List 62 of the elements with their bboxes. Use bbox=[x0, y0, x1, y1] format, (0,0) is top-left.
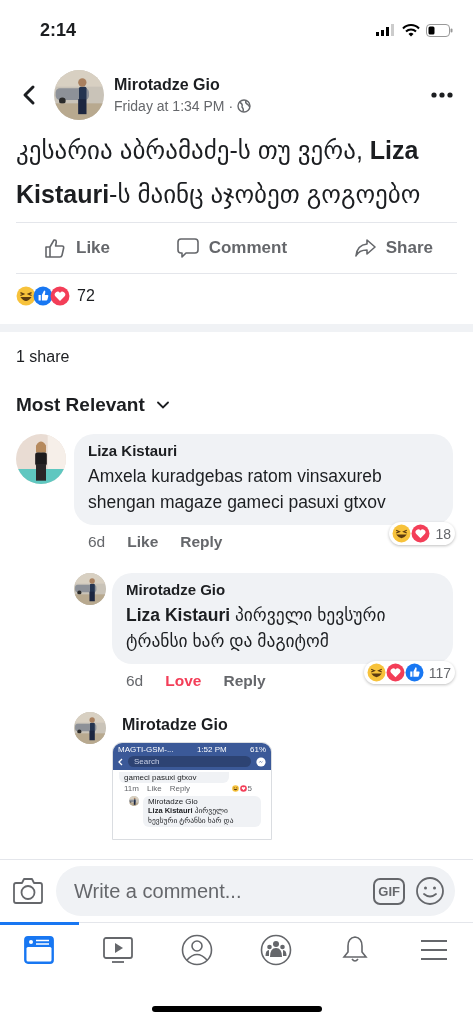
post-text: კესარია აბრამაძე-ს თუ ვერა, Liza Kistauri-ს მაინც აჯობეთ გოგოებო bbox=[15, 135, 422, 211]
clock-time: 1:52 PM bbox=[196, 745, 227, 754]
thumbs-up-icon bbox=[44, 237, 66, 259]
like-button[interactable]: Like bbox=[44, 237, 111, 259]
reply-button[interactable]: Reply bbox=[223, 672, 266, 690]
news-feed-icon bbox=[23, 933, 56, 966]
wifi-icon bbox=[402, 23, 420, 37]
comment-action: Like bbox=[146, 784, 162, 793]
signal-icon bbox=[376, 24, 396, 36]
reaction-badge[interactable]: 117 bbox=[363, 661, 455, 684]
clock-time: 2:14 bbox=[40, 19, 77, 41]
back-icon[interactable] bbox=[22, 84, 36, 106]
heart-reaction-icon bbox=[385, 663, 405, 682]
share-arrow-icon bbox=[353, 237, 376, 259]
commenter-name: Mirotadze Gio bbox=[148, 797, 199, 806]
comment-text: gameci pasuxi gtxov bbox=[119, 772, 229, 783]
share-count[interactable]: 1 share bbox=[0, 332, 473, 384]
thumbs-up-reaction-icon bbox=[404, 663, 424, 682]
commenter-name[interactable]: Mirotadze Gio bbox=[112, 712, 228, 734]
comment-text: Amxela kuradgebas ratom vinsaxureb shengan magaze gameci pasuxi gtxov bbox=[88, 465, 387, 514]
battery-icon bbox=[426, 23, 453, 37]
reply-button[interactable]: Reply bbox=[180, 533, 223, 551]
laughing-emoji-icon bbox=[231, 785, 239, 792]
post-timestamp: Friday at 1:34 PM · bbox=[114, 98, 234, 114]
back-icon bbox=[118, 757, 123, 766]
author-name[interactable]: Mirotadze Gio bbox=[114, 76, 220, 94]
profile-icon bbox=[181, 933, 214, 966]
battery-level: 61% bbox=[250, 745, 266, 754]
globe-icon bbox=[237, 99, 252, 113]
gif-button[interactable]: GIF bbox=[373, 877, 405, 905]
speech-bubble-icon bbox=[176, 237, 199, 259]
search-field: Search bbox=[128, 756, 251, 767]
sort-dropdown[interactable]: Most Relevant bbox=[16, 394, 145, 416]
carrier-name: MAGTI-GSM-... bbox=[118, 745, 174, 754]
groups-icon bbox=[259, 933, 292, 966]
comment-input-field[interactable]: Write a comment... GIF bbox=[56, 866, 455, 916]
smiley-icon[interactable] bbox=[415, 876, 445, 906]
reacted-button[interactable]: Love bbox=[165, 672, 202, 690]
share-button[interactable]: Share bbox=[353, 237, 433, 259]
laughing-emoji-icon bbox=[392, 524, 412, 543]
chevron-down-icon[interactable] bbox=[156, 401, 169, 409]
more-options-icon[interactable] bbox=[431, 92, 453, 98]
comment-text: Liza Kistauri პირველი ხევსური ტრანსი ხარ და მაგიტომ bbox=[126, 604, 387, 653]
heart-reaction-icon bbox=[239, 785, 247, 792]
heart-reaction-icon bbox=[50, 286, 70, 306]
comment-time: 6d bbox=[126, 672, 144, 690]
reaction-badge[interactable]: 18 bbox=[389, 522, 455, 545]
comment-time: 11m bbox=[124, 784, 139, 793]
reaction-count[interactable]: 72 bbox=[77, 287, 95, 305]
reaction-count: 5 bbox=[247, 784, 252, 793]
commenter-name[interactable]: Liza Kistauri bbox=[88, 442, 439, 459]
comment-action: Reply bbox=[169, 784, 191, 793]
comment-button[interactable]: Comment bbox=[176, 237, 288, 259]
camera-icon[interactable] bbox=[12, 877, 44, 905]
messenger-icon bbox=[256, 756, 266, 767]
commenter-name[interactable]: Mirotadze Gio bbox=[126, 581, 439, 598]
thumbs-up-reaction-icon bbox=[33, 286, 53, 306]
comment-time: 6d bbox=[88, 533, 106, 551]
laughing-emoji-icon bbox=[16, 286, 36, 306]
heart-reaction-icon bbox=[411, 524, 431, 543]
laughing-emoji-icon bbox=[366, 663, 386, 682]
like-button[interactable]: Like bbox=[127, 533, 159, 551]
